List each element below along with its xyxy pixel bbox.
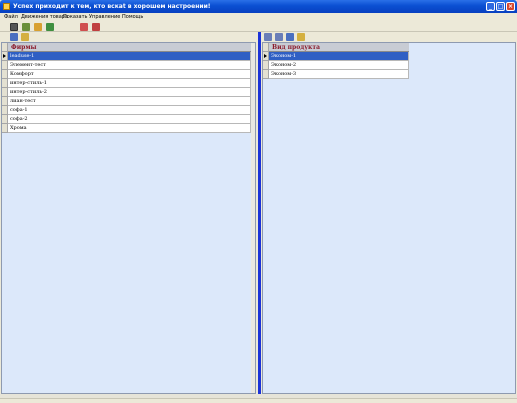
window-title: Успех приходит к тем, кто вскаt в хороше…	[13, 3, 211, 10]
left-vertical-scrollbar[interactable]	[251, 43, 255, 393]
copy-icon[interactable]	[10, 33, 18, 41]
text-a-icon[interactable]	[80, 23, 88, 31]
header-corner	[263, 43, 269, 52]
main-toolbar	[0, 22, 517, 32]
menu-show[interactable]: Показать	[63, 13, 88, 22]
menu-management[interactable]: Управление	[89, 13, 120, 22]
firm-row[interactable]: софа-1	[8, 106, 251, 115]
title-bar: Успех приходит к тем, кто вскаt в хороше…	[0, 0, 517, 13]
product-type-row[interactable]: Эконом-2	[269, 61, 409, 70]
product-type-column-header[interactable]: Вид продукта	[269, 43, 409, 52]
folder-icon[interactable]	[10, 23, 18, 31]
product-type-row[interactable]: Эконом-1	[269, 52, 409, 61]
table-icon[interactable]	[22, 23, 30, 31]
product-type-grid: Вид продукта Эконом-1 Эконом-2 Эконом-3	[262, 42, 516, 394]
app-icon	[3, 3, 10, 10]
firm-row[interactable]: Хрома	[8, 124, 251, 133]
pencil-icon[interactable]	[297, 33, 305, 41]
left-pane-toolbar	[0, 32, 258, 42]
firm-row[interactable]: интер-стиль-2	[8, 88, 251, 97]
copy-icon[interactable]	[286, 33, 294, 41]
nav-right-icon[interactable]	[275, 33, 283, 41]
pane-splitter[interactable]	[258, 32, 261, 394]
firm-row[interactable]: интер-стиль-1	[8, 79, 251, 88]
minimize-button[interactable]: _	[486, 2, 495, 11]
menu-file[interactable]: Файл	[4, 13, 18, 22]
text-b-icon[interactable]	[92, 23, 100, 31]
firms-grid: Фирмы leaduse-1 Элемент-тест Комфорт инт…	[1, 42, 256, 394]
nav-left-icon[interactable]	[264, 33, 272, 41]
menu-bar: Файл Движения товара Показать Управление…	[0, 13, 517, 22]
firm-row[interactable]: Комфорт	[8, 70, 251, 79]
header-corner	[2, 43, 8, 52]
pencil-icon[interactable]	[21, 33, 29, 41]
firm-row[interactable]: leaduse-1	[8, 52, 251, 61]
leaf-icon[interactable]	[46, 23, 54, 31]
maximize-button[interactable]: □	[496, 2, 505, 11]
status-bar	[0, 398, 517, 403]
firms-column-header[interactable]: Фирмы	[8, 43, 251, 52]
firm-row[interactable]: Элемент-тест	[8, 61, 251, 70]
product-type-row[interactable]: Эконом-3	[269, 70, 409, 79]
right-pane-toolbar	[261, 32, 516, 42]
menu-help[interactable]: Помощь	[122, 13, 143, 22]
menu-goods-movement[interactable]: Движения товара	[21, 13, 68, 22]
firm-row[interactable]: лиан-тест	[8, 97, 251, 106]
firm-row[interactable]: софа-2	[8, 115, 251, 124]
person-icon[interactable]	[34, 23, 42, 31]
close-button[interactable]: ×	[506, 2, 515, 11]
